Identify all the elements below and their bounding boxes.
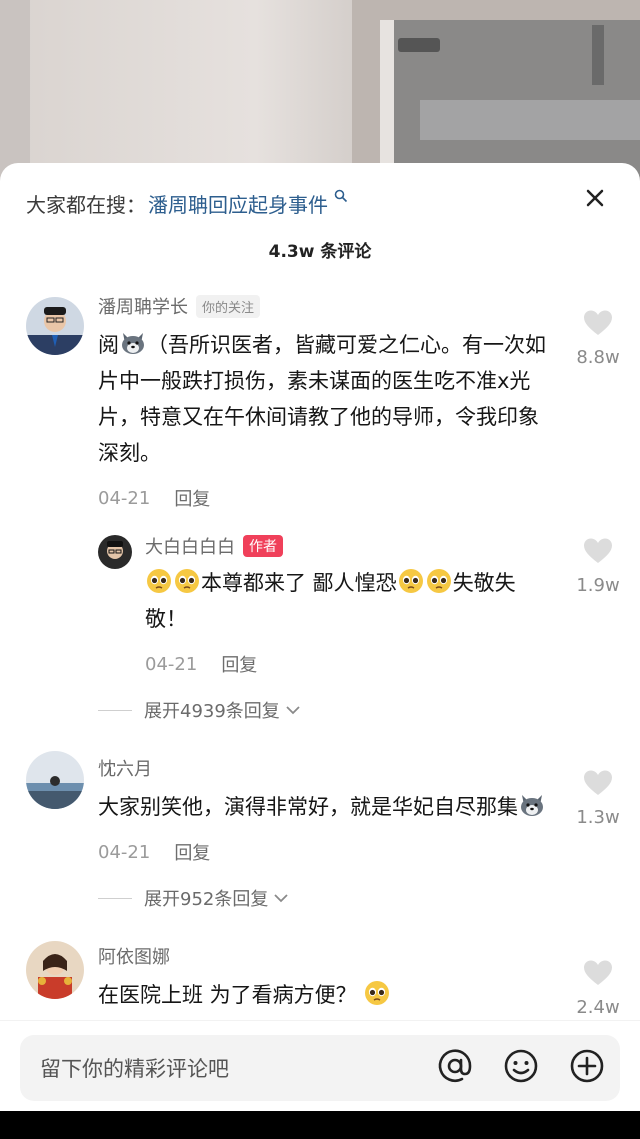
like-count: 8.8w: [576, 347, 620, 368]
heart-icon: [584, 770, 612, 795]
video-door-hinge: [592, 25, 604, 85]
pleading-emoji-icon: [173, 567, 201, 595]
reply-button[interactable]: 回复: [174, 485, 210, 511]
comment-item: 阿依图娜 在医院上班 为了看病方便？ 2.4w: [0, 941, 640, 1018]
comment-header: 潘周聃学长 你的关注: [98, 291, 550, 321]
input-actions: [436, 1047, 606, 1089]
reply-button[interactable]: 回复: [221, 651, 257, 677]
comment-item: 潘周聃学长 你的关注 阅（吾所识医者，皆藏可爱之仁心。有一次如片中一般跌打损伤，…: [0, 291, 640, 513]
like-count: 1.3w: [576, 807, 620, 828]
comment-date: 04-21: [98, 841, 151, 863]
like-control[interactable]: 1.3w: [568, 769, 628, 828]
comment-text-part: 本尊都来了 鄙人惶恐: [201, 571, 397, 595]
expand-replies-label: 展开4939条回复: [144, 701, 280, 722]
divider: [98, 897, 132, 899]
comment-input[interactable]: 留下你的精彩评论吧: [20, 1035, 620, 1101]
comment-header: 阿依图娜: [98, 941, 550, 971]
close-button[interactable]: [580, 183, 610, 213]
comment-text: 大家别笑他，演得非常好，就是华妃自尽那集: [98, 789, 550, 825]
reply-button[interactable]: 回复: [174, 839, 210, 865]
wolf-emoji-icon: [119, 329, 147, 357]
system-bottom-bar: [0, 1111, 640, 1139]
close-icon: [586, 189, 604, 207]
chevron-down-icon: [274, 894, 288, 903]
avatar[interactable]: [26, 297, 84, 355]
pleading-emoji-icon: [425, 567, 453, 595]
comment-text: 本尊都来了 鄙人惶恐 失敬失敬！: [145, 565, 550, 637]
hot-search-link-text: 潘周聃回应起身事件: [148, 192, 328, 217]
pleading-emoji-icon: [397, 567, 425, 595]
pleading-emoji-icon: [145, 567, 173, 595]
comment-text-part: （吾所识医者，皆藏可爱之仁心。有一次如片中一般跌打损伤，素未谋面的医生吃不准x光…: [98, 333, 546, 465]
plus-icon[interactable]: [568, 1047, 606, 1089]
comment-text: 在医院上班 为了看病方便？: [98, 977, 550, 1013]
expand-replies-button[interactable]: 展开4939条回复: [0, 695, 640, 725]
avatar[interactable]: [26, 941, 84, 999]
expand-replies-label: 展开952条回复: [144, 889, 269, 910]
author-badge: 作者: [243, 535, 283, 557]
like-control[interactable]: 8.8w: [568, 309, 628, 368]
comment-date: 04-21: [145, 653, 198, 675]
video-door-light: [420, 100, 640, 140]
like-control[interactable]: 2.4w: [568, 959, 628, 1018]
comment-meta: 04-21 回复: [98, 837, 550, 867]
comment-header: 忱六月: [98, 753, 550, 783]
comments-sheet: 大家都在搜： 潘周聃回应起身事件 4.3w 条评论 潘周聃学长 你的关注 阅（吾…: [0, 163, 640, 1111]
commenter-name[interactable]: 潘周聃学长: [98, 293, 188, 319]
heart-icon: [584, 960, 612, 985]
emoji-icon[interactable]: [502, 1047, 540, 1089]
expand-replies-button[interactable]: 展开952条回复: [0, 883, 640, 913]
video-door-closer: [398, 38, 440, 52]
sub-reply-item: 大白白白白 作者 本尊都来了 鄙人惶恐 失敬失敬！ 04-21 回复 1.9w: [0, 531, 640, 679]
pleading-emoji-icon: [363, 979, 391, 1007]
chevron-down-icon: [286, 706, 300, 715]
at-icon[interactable]: [436, 1047, 474, 1089]
commenter-name[interactable]: 忱六月: [98, 755, 152, 781]
comment-meta: 04-21 回复: [145, 649, 550, 679]
comment-meta: 04-21 回复: [98, 483, 550, 513]
comment-date: 04-21: [98, 487, 151, 509]
avatar[interactable]: [98, 535, 132, 569]
like-count: 1.9w: [576, 575, 620, 596]
avatar[interactable]: [26, 751, 84, 809]
hot-search-link[interactable]: 潘周聃回应起身事件: [148, 189, 348, 218]
divider: [98, 709, 132, 711]
comment-text-part: 在医院上班 为了看病方便？: [98, 983, 357, 1007]
comment-text-part: 阅: [98, 333, 119, 357]
heart-icon: [584, 310, 612, 335]
comment-item: 忱六月 大家别笑他，演得非常好，就是华妃自尽那集 04-21 回复 1.3w: [0, 751, 640, 867]
comment-list: 潘周聃学长 你的关注 阅（吾所识医者，皆藏可爱之仁心。有一次如片中一般跌打损伤，…: [0, 291, 640, 1018]
search-icon: [330, 189, 348, 207]
comment-text-part: 大家别笑他，演得非常好，就是华妃自尽那集: [98, 795, 518, 819]
like-control[interactable]: 1.9w: [568, 537, 628, 596]
like-count: 2.4w: [576, 997, 620, 1018]
commenter-name[interactable]: 大白白白白: [145, 533, 235, 559]
follow-badge: 你的关注: [196, 294, 261, 318]
comment-input-bar: 留下你的精彩评论吧: [0, 1020, 640, 1111]
wolf-emoji-icon: [518, 791, 546, 819]
hot-search-bar: 大家都在搜： 潘周聃回应起身事件: [0, 163, 640, 243]
commenter-name[interactable]: 阿依图娜: [98, 943, 170, 969]
comment-text: 阅（吾所识医者，皆藏可爱之仁心。有一次如片中一般跌打损伤，素未谋面的医生吃不准x…: [98, 327, 550, 471]
heart-icon: [584, 538, 612, 563]
comment-header: 大白白白白 作者: [145, 531, 550, 561]
hot-search-prefix: 大家都在搜：: [26, 192, 146, 217]
comment-input-placeholder: 留下你的精彩评论吧: [40, 1057, 229, 1081]
